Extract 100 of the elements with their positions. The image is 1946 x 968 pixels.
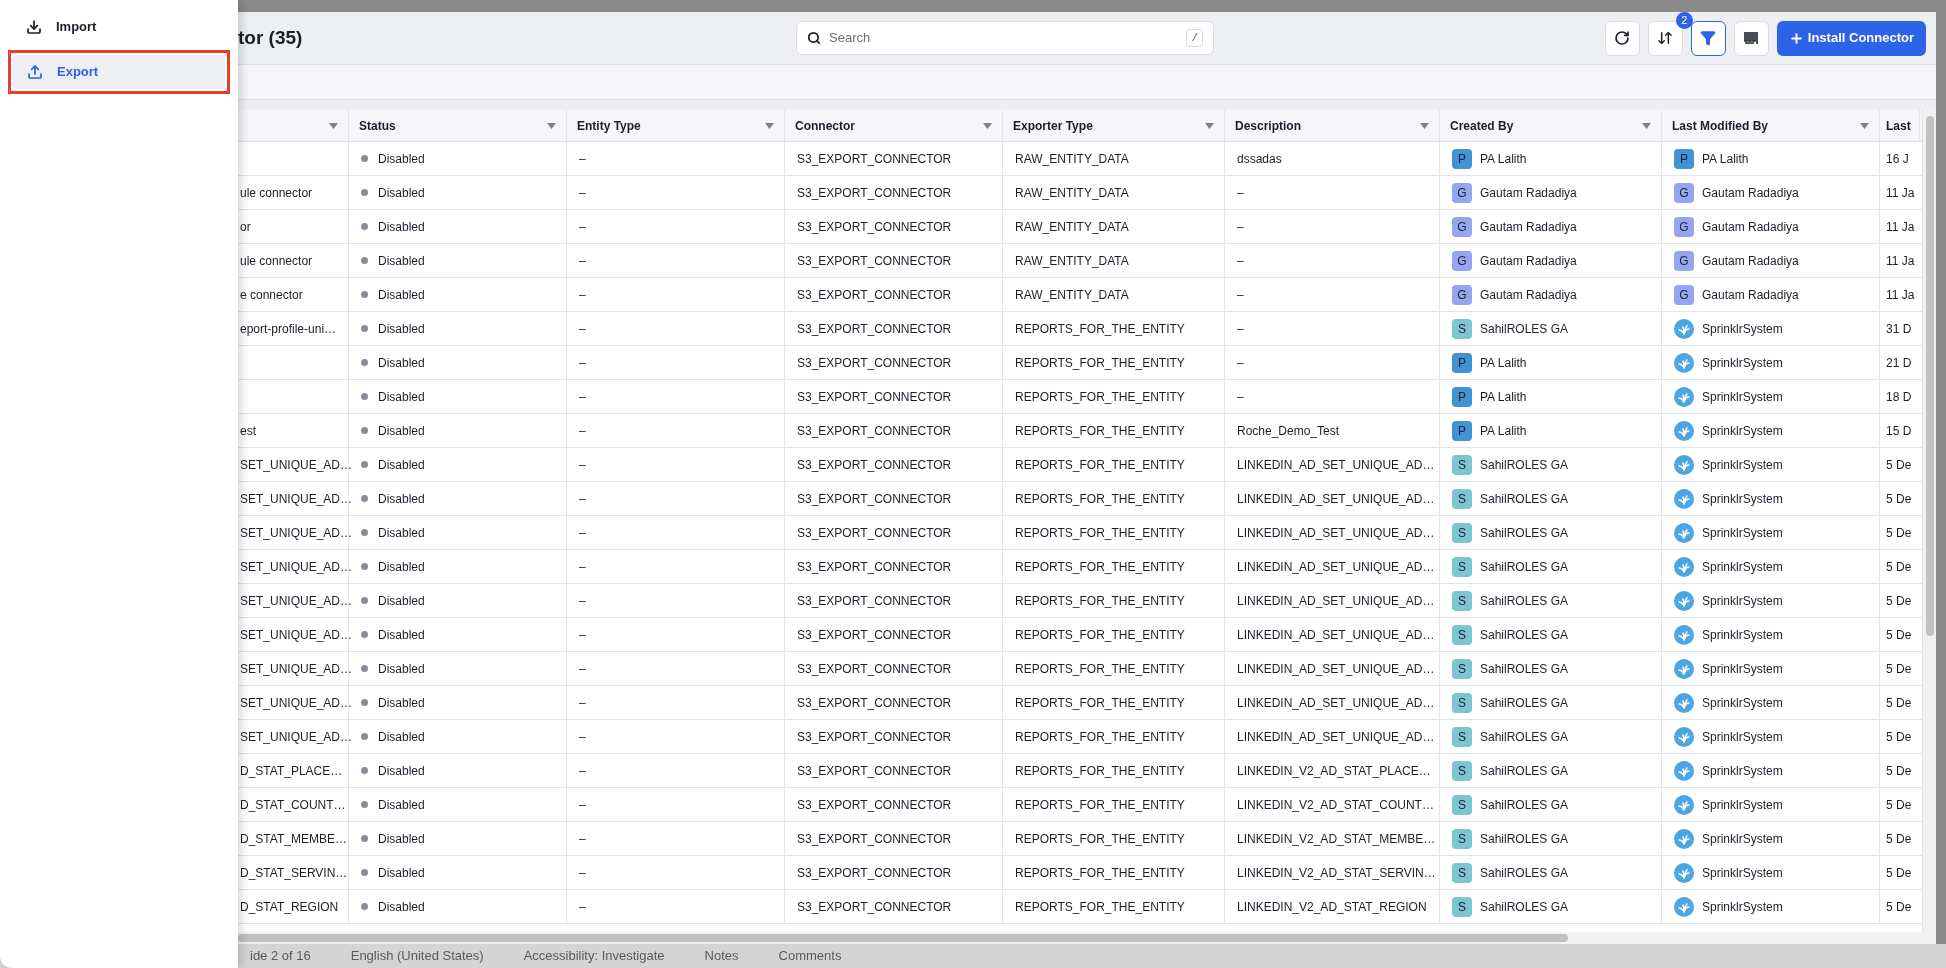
caret-icon[interactable] — [983, 122, 992, 129]
avatar: S — [1452, 590, 1472, 611]
status-text: Disabled — [378, 626, 425, 644]
system-logo-icon — [1674, 590, 1694, 611]
user-name: SprinklrSystem — [1702, 626, 1783, 644]
menu-item[interactable]: Import — [12, 10, 226, 44]
caret-icon[interactable] — [329, 122, 338, 129]
column-header[interactable]: Connector — [785, 110, 1003, 141]
table-cell-text: D_STAT_SERVIN… — [240, 864, 348, 882]
column-header[interactable]: Exporter Type — [1003, 110, 1225, 141]
user-name: SahilROLES GA — [1480, 592, 1569, 610]
status-text: Disabled — [378, 354, 425, 372]
table-cell-text: – — [1237, 218, 1244, 236]
search-input[interactable]: Search — [829, 28, 1179, 48]
horizontal-scrollbar[interactable] — [238, 932, 1936, 944]
caret-icon[interactable] — [1642, 122, 1651, 129]
table-cell-text: LINKEDIN_V2_AD_STAT_COUNT… — [1237, 796, 1434, 814]
system-logo-icon — [1674, 658, 1694, 679]
table-cell-text: REPORTS_FOR_THE_ENTITY — [1015, 626, 1185, 644]
column-header[interactable]: Entity Type — [567, 110, 785, 141]
table-cell-text: – — [579, 422, 586, 440]
avatar: S — [1452, 318, 1472, 339]
table-cell-text: – — [579, 694, 586, 712]
user-name: SprinklrSystem — [1702, 898, 1783, 916]
table-cell-text: – — [579, 388, 586, 406]
table-cell-text: – — [1237, 252, 1244, 270]
system-logo-icon — [1674, 624, 1694, 645]
table-cell-text: – — [579, 864, 586, 882]
menu-item[interactable]: Export — [13, 55, 225, 89]
avatar: S — [1452, 726, 1472, 747]
system-logo-icon — [1674, 692, 1694, 713]
table-cell-text: 5 De — [1886, 762, 1912, 780]
status-text: Comments — [778, 947, 842, 966]
caret-icon[interactable] — [1205, 122, 1214, 129]
status-text: Accessibility: Investigate — [523, 947, 665, 966]
filter-button[interactable] — [1690, 20, 1726, 56]
status-text: Disabled — [378, 524, 425, 542]
user-name: SprinklrSystem — [1702, 422, 1783, 440]
status-text: Disabled — [378, 864, 425, 882]
search-bar[interactable]: Search / — [796, 21, 1214, 55]
status-text: Disabled — [378, 184, 425, 202]
filter-icon — [1700, 30, 1717, 46]
system-logo-icon — [1674, 522, 1694, 543]
status-text: Disabled — [378, 660, 425, 678]
table-cell-text: REPORTS_FOR_THE_ENTITY — [1015, 592, 1185, 610]
column-header[interactable]: Created By — [1440, 110, 1662, 141]
column-header[interactable]: Description — [1225, 110, 1440, 141]
table-cell-text: ule connector — [240, 252, 313, 270]
table-cell-text: RAW_ENTITY_DATA — [1015, 218, 1129, 236]
system-logo-icon — [1674, 862, 1694, 883]
table-cell-text: S3_EXPORT_CONNECTOR — [797, 184, 952, 202]
download-icon — [26, 19, 42, 35]
sort-button[interactable] — [1647, 20, 1683, 56]
avatar: S — [1452, 862, 1472, 883]
avatar: G — [1674, 182, 1694, 203]
table-cell-text: D_STAT_COUNT… — [240, 796, 346, 814]
user-name: SahilROLES GA — [1480, 796, 1569, 814]
caret-icon[interactable] — [1860, 122, 1869, 129]
system-logo-icon — [1674, 760, 1694, 781]
system-logo-icon — [1674, 420, 1694, 441]
table-cell-text: – — [579, 796, 586, 814]
vertical-scrollbar[interactable] — [1922, 110, 1936, 932]
caret-icon[interactable] — [547, 122, 556, 129]
column-header[interactable]: Status — [349, 110, 567, 141]
install-connector-button[interactable]: Install Connector — [1776, 20, 1926, 56]
table-cell-text: 5 De — [1886, 490, 1912, 508]
table-cell-text: or — [240, 218, 251, 236]
avatar: G — [1452, 284, 1472, 305]
column-header[interactable]: Last — [1880, 110, 1920, 141]
table-cell-text: S3_EXPORT_CONNECTOR — [797, 422, 952, 440]
table-cell-text: S3_EXPORT_CONNECTOR — [797, 660, 952, 678]
table-cell-text: – — [579, 150, 586, 168]
table-cell-text: S3_EXPORT_CONNECTOR — [797, 286, 952, 304]
columns-button[interactable] — [1733, 20, 1769, 56]
refresh-button[interactable] — [1604, 20, 1640, 56]
user-name: Gautam Radadiya — [1480, 252, 1577, 270]
caret-icon[interactable] — [1420, 122, 1429, 129]
user-name: SprinklrSystem — [1702, 830, 1783, 848]
user-name: PA Lalith — [1480, 354, 1527, 372]
table-cell-text: SET_UNIQUE_AD… — [240, 592, 353, 610]
column-header[interactable]: Last Modified By — [1662, 110, 1880, 141]
status-text: Notes — [704, 947, 739, 966]
caret-icon[interactable] — [765, 122, 774, 129]
table-cell-text: REPORTS_FOR_THE_ENTITY — [1015, 796, 1185, 814]
user-name: SprinklrSystem — [1702, 694, 1783, 712]
user-name: Gautam Radadiya — [1702, 252, 1799, 270]
user-name: PA Lalith — [1480, 388, 1527, 406]
table-cell-text: S3_EXPORT_CONNECTOR — [797, 592, 952, 610]
table-cell-text: REPORTS_FOR_THE_ENTITY — [1015, 456, 1185, 474]
table-cell-text: 31 D — [1886, 320, 1912, 338]
table-cell-text: S3_EXPORT_CONNECTOR — [797, 558, 952, 576]
avatar: S — [1452, 760, 1472, 781]
table-cell-text: S3_EXPORT_CONNECTOR — [797, 864, 952, 882]
table-cell-text: LINKEDIN_V2_AD_STAT_MEMBE… — [1237, 830, 1436, 848]
user-name: PA Lalith — [1480, 150, 1527, 168]
table-cell-text: – — [579, 592, 586, 610]
table-cell-text: REPORTS_FOR_THE_ENTITY — [1015, 354, 1185, 372]
avatar: G — [1452, 250, 1472, 271]
table-cell-text: 5 De — [1886, 796, 1912, 814]
user-name: SahilROLES GA — [1480, 728, 1569, 746]
